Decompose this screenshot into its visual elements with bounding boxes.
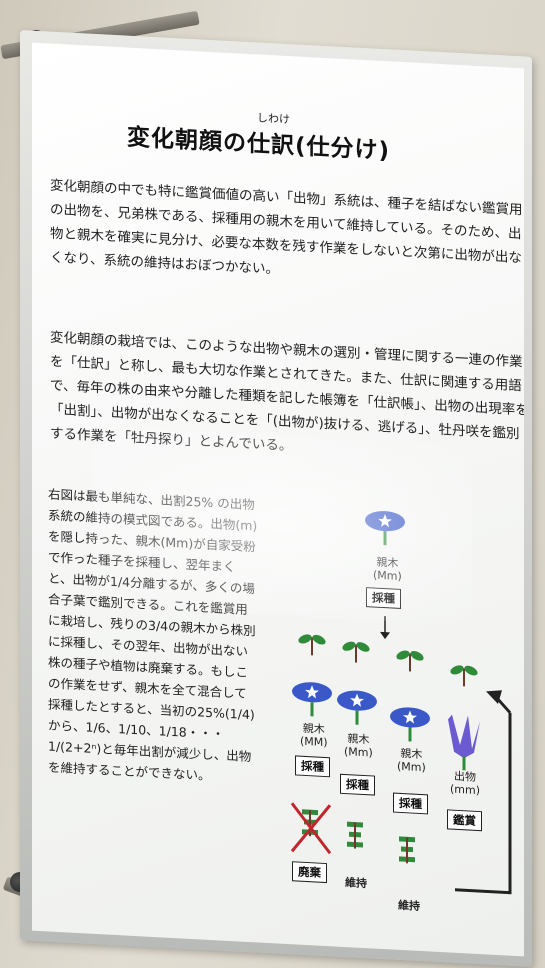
seedling-icon	[339, 638, 373, 665]
mutant-flower-icon	[448, 714, 480, 771]
seedling-icon	[295, 630, 329, 658]
parent-flower-icon	[363, 508, 407, 548]
plant-2-result: 維持	[345, 876, 367, 891]
plant-3-action: 採種	[393, 792, 428, 815]
poster-title: 変化朝顔の仕訳(仕分け)	[127, 124, 391, 165]
paragraph-1: 変化朝顔の中でも特に鑑賞価値の高い「出物」系統は、種子を結ばない鑑賞用の出物を、…	[50, 177, 523, 278]
plant-2-label: 親木 (Mm)	[344, 732, 373, 760]
plant-1-action: 採種	[295, 755, 330, 778]
flower-icon	[290, 679, 334, 719]
flower-icon	[335, 688, 379, 728]
plant-2-action: 採種	[340, 773, 375, 796]
poster-frame: しわけ 変化朝顔の仕訳(仕分け) 変化朝顔の中でも特に鑑賞価値の高い「出物」系統…	[20, 30, 532, 967]
sprout-icon	[347, 822, 363, 849]
diagram-description: 右図は最も単純な、出割25% の出物系統の維持の模式図である。出物(m)を隠し持…	[48, 486, 258, 783]
flower-icon	[388, 704, 432, 744]
plant-3-result: 維持	[398, 898, 420, 913]
seedling-icon	[393, 647, 427, 674]
plant-4-label: 出物 (mm)	[450, 769, 481, 798]
poster-board: しわけ 変化朝顔の仕訳(仕分け) 変化朝顔の中でも特に鑑賞価値の高い「出物」系統…	[32, 42, 524, 957]
plant-1-result: 廃棄	[292, 861, 327, 884]
seedling-icon	[447, 661, 481, 689]
parent-label: 親木 (Mm)	[373, 555, 402, 584]
maintenance-diagram: 親木 (Mm) 採種 親木 (MM) 親木 (Mm) 親木 (Mm) 出物 (mm) 採…	[260, 480, 524, 934]
plant-3-label: 親木 (Mm)	[397, 746, 426, 775]
plant-4-action: 鑑賞	[447, 809, 482, 832]
plant-1-label: 親木 (MM)	[300, 721, 328, 750]
paragraph-2: 変化朝顔の栽培では、このような出物や親木の選別・管理に関する一連の作業を「仕訳」…	[50, 329, 524, 455]
sprout-icon	[399, 837, 415, 864]
harvest-box: 採種	[366, 587, 401, 609]
